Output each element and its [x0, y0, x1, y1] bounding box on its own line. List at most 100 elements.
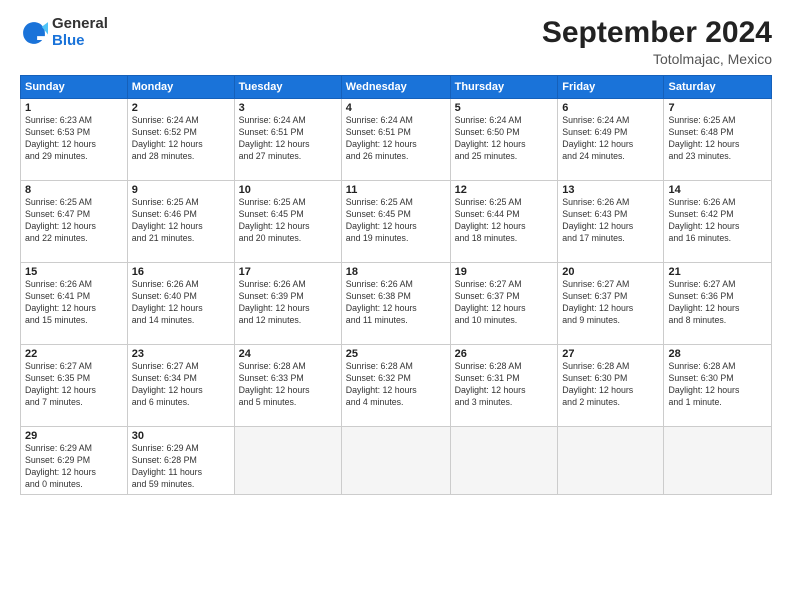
cell-info: Sunrise: 6:25 AMSunset: 6:47 PMDaylight:…: [25, 197, 123, 245]
day-number: 26: [455, 348, 554, 360]
cell-info: Sunrise: 6:27 AMSunset: 6:36 PMDaylight:…: [668, 279, 767, 327]
calendar-cell: 20Sunrise: 6:27 AMSunset: 6:37 PMDayligh…: [558, 263, 664, 345]
day-number: 5: [455, 102, 554, 114]
calendar-table: SundayMondayTuesdayWednesdayThursdayFrid…: [20, 75, 772, 495]
calendar-cell: [558, 427, 664, 495]
cell-info: Sunrise: 6:24 AMSunset: 6:50 PMDaylight:…: [455, 115, 554, 163]
day-number: 17: [239, 266, 337, 278]
cell-info: Sunrise: 6:26 AMSunset: 6:43 PMDaylight:…: [562, 197, 659, 245]
cell-info: Sunrise: 6:29 AMSunset: 6:28 PMDaylight:…: [132, 443, 230, 491]
day-number: 8: [25, 184, 123, 196]
day-number: 29: [25, 430, 123, 442]
weekday-header-tuesday: Tuesday: [234, 76, 341, 99]
cell-info: Sunrise: 6:26 AMSunset: 6:38 PMDaylight:…: [346, 279, 446, 327]
day-number: 24: [239, 348, 337, 360]
week-row-3: 15Sunrise: 6:26 AMSunset: 6:41 PMDayligh…: [21, 263, 772, 345]
day-number: 21: [668, 266, 767, 278]
day-number: 16: [132, 266, 230, 278]
calendar-cell: 21Sunrise: 6:27 AMSunset: 6:36 PMDayligh…: [664, 263, 772, 345]
calendar-cell: 7Sunrise: 6:25 AMSunset: 6:48 PMDaylight…: [664, 99, 772, 181]
cell-info: Sunrise: 6:24 AMSunset: 6:52 PMDaylight:…: [132, 115, 230, 163]
cell-info: Sunrise: 6:29 AMSunset: 6:29 PMDaylight:…: [25, 443, 123, 491]
weekday-header-sunday: Sunday: [21, 76, 128, 99]
day-number: 2: [132, 102, 230, 114]
day-number: 18: [346, 266, 446, 278]
cell-info: Sunrise: 6:26 AMSunset: 6:39 PMDaylight:…: [239, 279, 337, 327]
location-subtitle: Totolmajac, Mexico: [542, 51, 772, 67]
week-row-5: 29Sunrise: 6:29 AMSunset: 6:29 PMDayligh…: [21, 427, 772, 495]
cell-info: Sunrise: 6:27 AMSunset: 6:34 PMDaylight:…: [132, 361, 230, 409]
calendar-cell: 29Sunrise: 6:29 AMSunset: 6:29 PMDayligh…: [21, 427, 128, 495]
header: General Blue September 2024 Totolmajac, …: [20, 16, 772, 67]
cell-info: Sunrise: 6:27 AMSunset: 6:37 PMDaylight:…: [455, 279, 554, 327]
calendar-cell: 18Sunrise: 6:26 AMSunset: 6:38 PMDayligh…: [341, 263, 450, 345]
weekday-header-wednesday: Wednesday: [341, 76, 450, 99]
week-row-2: 8Sunrise: 6:25 AMSunset: 6:47 PMDaylight…: [21, 181, 772, 263]
general-blue-icon: [20, 19, 48, 47]
calendar-cell: 8Sunrise: 6:25 AMSunset: 6:47 PMDaylight…: [21, 181, 128, 263]
calendar-cell: 2Sunrise: 6:24 AMSunset: 6:52 PMDaylight…: [127, 99, 234, 181]
cell-info: Sunrise: 6:24 AMSunset: 6:51 PMDaylight:…: [239, 115, 337, 163]
calendar-cell: 10Sunrise: 6:25 AMSunset: 6:45 PMDayligh…: [234, 181, 341, 263]
weekday-header-monday: Monday: [127, 76, 234, 99]
calendar-cell: 17Sunrise: 6:26 AMSunset: 6:39 PMDayligh…: [234, 263, 341, 345]
day-number: 10: [239, 184, 337, 196]
calendar-cell: 1Sunrise: 6:23 AMSunset: 6:53 PMDaylight…: [21, 99, 128, 181]
week-row-4: 22Sunrise: 6:27 AMSunset: 6:35 PMDayligh…: [21, 345, 772, 427]
title-area: September 2024 Totolmajac, Mexico: [542, 16, 772, 67]
calendar-cell: 13Sunrise: 6:26 AMSunset: 6:43 PMDayligh…: [558, 181, 664, 263]
weekday-header-saturday: Saturday: [664, 76, 772, 99]
day-number: 7: [668, 102, 767, 114]
calendar-cell: [450, 427, 558, 495]
weekday-header-thursday: Thursday: [450, 76, 558, 99]
cell-info: Sunrise: 6:25 AMSunset: 6:46 PMDaylight:…: [132, 197, 230, 245]
calendar-cell: 19Sunrise: 6:27 AMSunset: 6:37 PMDayligh…: [450, 263, 558, 345]
calendar-cell: 23Sunrise: 6:27 AMSunset: 6:34 PMDayligh…: [127, 345, 234, 427]
day-number: 14: [668, 184, 767, 196]
cell-info: Sunrise: 6:24 AMSunset: 6:49 PMDaylight:…: [562, 115, 659, 163]
day-number: 4: [346, 102, 446, 114]
cell-info: Sunrise: 6:26 AMSunset: 6:41 PMDaylight:…: [25, 279, 123, 327]
cell-info: Sunrise: 6:25 AMSunset: 6:44 PMDaylight:…: [455, 197, 554, 245]
day-number: 13: [562, 184, 659, 196]
calendar-cell: 6Sunrise: 6:24 AMSunset: 6:49 PMDaylight…: [558, 99, 664, 181]
cell-info: Sunrise: 6:28 AMSunset: 6:32 PMDaylight:…: [346, 361, 446, 409]
day-number: 3: [239, 102, 337, 114]
calendar-cell: 15Sunrise: 6:26 AMSunset: 6:41 PMDayligh…: [21, 263, 128, 345]
day-number: 25: [346, 348, 446, 360]
cell-info: Sunrise: 6:28 AMSunset: 6:31 PMDaylight:…: [455, 361, 554, 409]
calendar-cell: 12Sunrise: 6:25 AMSunset: 6:44 PMDayligh…: [450, 181, 558, 263]
month-title: September 2024: [542, 16, 772, 49]
cell-info: Sunrise: 6:23 AMSunset: 6:53 PMDaylight:…: [25, 115, 123, 163]
logo: General Blue: [20, 16, 108, 49]
day-number: 9: [132, 184, 230, 196]
day-number: 28: [668, 348, 767, 360]
calendar-cell: 14Sunrise: 6:26 AMSunset: 6:42 PMDayligh…: [664, 181, 772, 263]
day-number: 19: [455, 266, 554, 278]
day-number: 23: [132, 348, 230, 360]
day-number: 22: [25, 348, 123, 360]
cell-info: Sunrise: 6:28 AMSunset: 6:33 PMDaylight:…: [239, 361, 337, 409]
calendar-cell: [234, 427, 341, 495]
day-number: 20: [562, 266, 659, 278]
calendar-cell: 24Sunrise: 6:28 AMSunset: 6:33 PMDayligh…: [234, 345, 341, 427]
calendar-cell: 3Sunrise: 6:24 AMSunset: 6:51 PMDaylight…: [234, 99, 341, 181]
cell-info: Sunrise: 6:28 AMSunset: 6:30 PMDaylight:…: [668, 361, 767, 409]
day-number: 12: [455, 184, 554, 196]
calendar-cell: 26Sunrise: 6:28 AMSunset: 6:31 PMDayligh…: [450, 345, 558, 427]
calendar-cell: [341, 427, 450, 495]
logo-text: General Blue: [52, 16, 108, 49]
cell-info: Sunrise: 6:27 AMSunset: 6:37 PMDaylight:…: [562, 279, 659, 327]
week-row-1: 1Sunrise: 6:23 AMSunset: 6:53 PMDaylight…: [21, 99, 772, 181]
day-number: 11: [346, 184, 446, 196]
page: General Blue September 2024 Totolmajac, …: [0, 0, 792, 612]
cell-info: Sunrise: 6:26 AMSunset: 6:40 PMDaylight:…: [132, 279, 230, 327]
calendar-cell: 11Sunrise: 6:25 AMSunset: 6:45 PMDayligh…: [341, 181, 450, 263]
day-number: 15: [25, 266, 123, 278]
cell-info: Sunrise: 6:25 AMSunset: 6:45 PMDaylight:…: [239, 197, 337, 245]
day-number: 27: [562, 348, 659, 360]
day-number: 1: [25, 102, 123, 114]
cell-info: Sunrise: 6:25 AMSunset: 6:45 PMDaylight:…: [346, 197, 446, 245]
calendar-cell: 25Sunrise: 6:28 AMSunset: 6:32 PMDayligh…: [341, 345, 450, 427]
calendar-cell: 27Sunrise: 6:28 AMSunset: 6:30 PMDayligh…: [558, 345, 664, 427]
